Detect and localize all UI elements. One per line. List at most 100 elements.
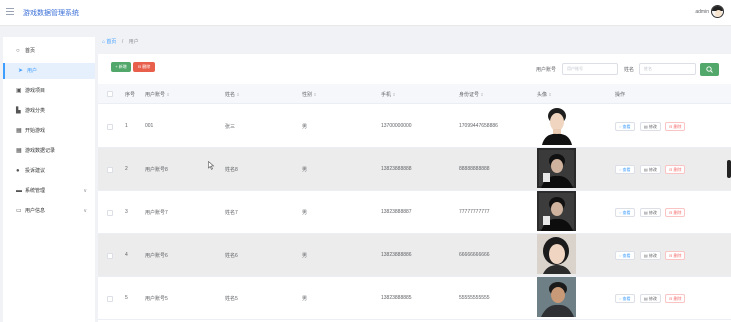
- cell-name: 姓名7: [225, 210, 238, 216]
- sidebar-item-system[interactable]: ▬ 系统管理 ∨: [3, 183, 95, 199]
- row-checkbox[interactable]: [107, 296, 113, 302]
- view-icon: ◌: [619, 253, 622, 258]
- search-button[interactable]: [700, 63, 719, 76]
- user-avatar[interactable]: [711, 5, 724, 18]
- trash-icon: ⊟: [669, 124, 673, 129]
- sidebar-item-game-projects[interactable]: ▣ 游戏项目: [3, 83, 95, 99]
- cell-idcard: 88888888888: [459, 166, 490, 172]
- sidebar-item-label: 投诉建议: [25, 168, 46, 174]
- view-button[interactable]: ◌ 查看: [615, 208, 635, 217]
- column-header-gender[interactable]: 性别 ⇕: [302, 91, 317, 98]
- grid-icon: ▦: [16, 128, 22, 134]
- top-bar: 游戏数据管理系统 admin: [0, 0, 731, 26]
- cell-name: 姓名8: [225, 167, 238, 173]
- sidebar-item-game-records[interactable]: ▦ 游戏数据记录: [3, 143, 95, 159]
- cell-gender: 男: [302, 167, 308, 173]
- cell-index: 5: [125, 295, 128, 301]
- table-header: 序号 用户账号 ⇕ 姓名 ⇕ 性别 ⇕ 手机 ⇕ 身份证号 ⇕ 头像 ⇕ 操作: [98, 84, 731, 104]
- cell-phone: 13823888887: [381, 209, 412, 215]
- table-row: 3 用户账号7 姓名7 男 13823888887 77777777777 ◌ …: [98, 191, 731, 234]
- cell-phone: 13700000000: [381, 123, 412, 129]
- table-row: 2 用户账号8 姓名8 男 13823888888 88888888888 ◌ …: [98, 148, 731, 191]
- edit-button[interactable]: ▤ 修改: [640, 251, 661, 260]
- avatar-photo[interactable]: [537, 277, 576, 317]
- column-header-account[interactable]: 用户账号 ⇕: [145, 91, 170, 98]
- grid-icon: ▦: [16, 148, 22, 154]
- column-header-index: 序号: [125, 92, 136, 98]
- account-search-input[interactable]: 用户账号: [562, 63, 618, 75]
- row-delete-button[interactable]: ⊟ 删除: [665, 251, 686, 260]
- cell-account: 用户账号5: [145, 296, 168, 302]
- sort-icon: ⇕: [236, 92, 240, 97]
- app-title: 游戏数据管理系统: [23, 10, 79, 17]
- id-card-icon: ▭: [16, 208, 22, 214]
- row-delete-button[interactable]: ⊟ 删除: [665, 165, 686, 174]
- send-icon: ➤: [18, 68, 24, 74]
- column-header-phone[interactable]: 手机 ⇕: [381, 91, 396, 98]
- cell-idcard: 55555555555: [459, 295, 490, 301]
- sidebar-item-user-info[interactable]: ▭ 用户信息 ∨: [3, 203, 95, 219]
- delete-button[interactable]: ⊟ 删除: [133, 62, 155, 72]
- row-delete-button[interactable]: ⊟ 删除: [665, 122, 686, 131]
- avatar-photo[interactable]: [537, 105, 576, 145]
- sidebar-item-label: 首页: [25, 48, 36, 54]
- row-checkbox[interactable]: [107, 253, 113, 259]
- cell-account: 用户账号8: [145, 167, 168, 173]
- avatar-photo[interactable]: [537, 234, 576, 274]
- cell-phone: 13823888886: [381, 252, 412, 258]
- name-search-input[interactable]: 姓名: [639, 63, 696, 75]
- cell-account: 001: [145, 123, 154, 129]
- sidebar-item-feedback[interactable]: ● 投诉建议: [3, 163, 95, 179]
- table-row: 5 用户账号5 姓名5 男 13823888885 55555555555 ◌ …: [98, 277, 731, 320]
- view-icon: ◌: [619, 167, 622, 172]
- view-button[interactable]: ◌ 查看: [615, 251, 635, 260]
- cell-idcard: 77777777777: [459, 209, 490, 215]
- cell-phone: 13823888885: [381, 295, 412, 301]
- cell-idcard: 17099447658886: [459, 123, 498, 129]
- row-checkbox[interactable]: [107, 210, 113, 216]
- row-checkbox[interactable]: [107, 167, 113, 173]
- sort-icon: ⇕: [548, 92, 552, 97]
- menu-toggle-icon[interactable]: [6, 8, 14, 15]
- view-button[interactable]: ◌ 查看: [615, 165, 635, 174]
- sidebar-item-start-game[interactable]: ▦ 开始游戏: [3, 123, 95, 139]
- edit-button[interactable]: ▤ 修改: [640, 122, 661, 131]
- mouse-cursor-icon: [208, 161, 215, 170]
- cell-gender: 男: [302, 124, 308, 130]
- row-delete-button[interactable]: ⊟ 删除: [665, 208, 686, 217]
- table-row: 1 001 张三 男 13700000000 17099447658886 ◌ …: [98, 105, 731, 148]
- column-header-actions: 操作: [615, 92, 626, 98]
- sort-icon: ⇕: [313, 92, 317, 97]
- sidebar-item-game-categories[interactable]: ▙ 游戏分类: [3, 103, 95, 119]
- breadcrumb-home[interactable]: ⌂ 首页: [102, 39, 116, 45]
- sidebar-item-label: 游戏分类: [25, 108, 46, 114]
- column-header-avatar[interactable]: 头像 ⇕: [537, 91, 552, 98]
- column-header-name[interactable]: 姓名 ⇕: [225, 91, 240, 98]
- view-button[interactable]: ◌ 查看: [615, 122, 635, 131]
- sidebar-item-label: 游戏数据记录: [25, 148, 56, 154]
- search-icon: [706, 66, 713, 73]
- trash-icon: ⊟: [669, 253, 673, 258]
- cell-account: 用户账号7: [145, 210, 168, 216]
- sidebar-item-users[interactable]: ➤ 用户: [3, 63, 95, 79]
- breadcrumb-current: 用户: [128, 39, 139, 45]
- home-icon: ⌂: [102, 39, 106, 45]
- edit-button[interactable]: ▤ 修改: [640, 165, 661, 174]
- sidebar: ○ 首页 ➤ 用户 ▣ 游戏项目 ▙ 游戏分类 ▦ 开始游戏 ▦ 游戏数据记录 …: [3, 37, 95, 322]
- view-button[interactable]: ◌ 查看: [615, 294, 635, 303]
- column-header-idcard[interactable]: 身份证号 ⇕: [459, 91, 484, 98]
- cell-gender: 男: [302, 210, 308, 216]
- cell-phone: 13823888888: [381, 166, 412, 172]
- sidebar-item-home[interactable]: ○ 首页: [3, 43, 95, 59]
- add-button[interactable]: + 新增: [111, 62, 131, 72]
- edit-button[interactable]: ▤ 修改: [640, 208, 661, 217]
- scroll-handle[interactable]: [727, 160, 731, 178]
- row-delete-button[interactable]: ⊟ 删除: [665, 294, 686, 303]
- edit-button[interactable]: ▤ 修改: [640, 294, 661, 303]
- avatar-photo[interactable]: [537, 148, 576, 188]
- breadcrumb: ⌂ 首页 / 用户: [102, 38, 139, 45]
- avatar-photo[interactable]: [537, 191, 576, 231]
- row-checkbox[interactable]: [107, 124, 113, 130]
- select-all-checkbox[interactable]: [107, 91, 113, 97]
- user-name[interactable]: admin: [695, 9, 709, 15]
